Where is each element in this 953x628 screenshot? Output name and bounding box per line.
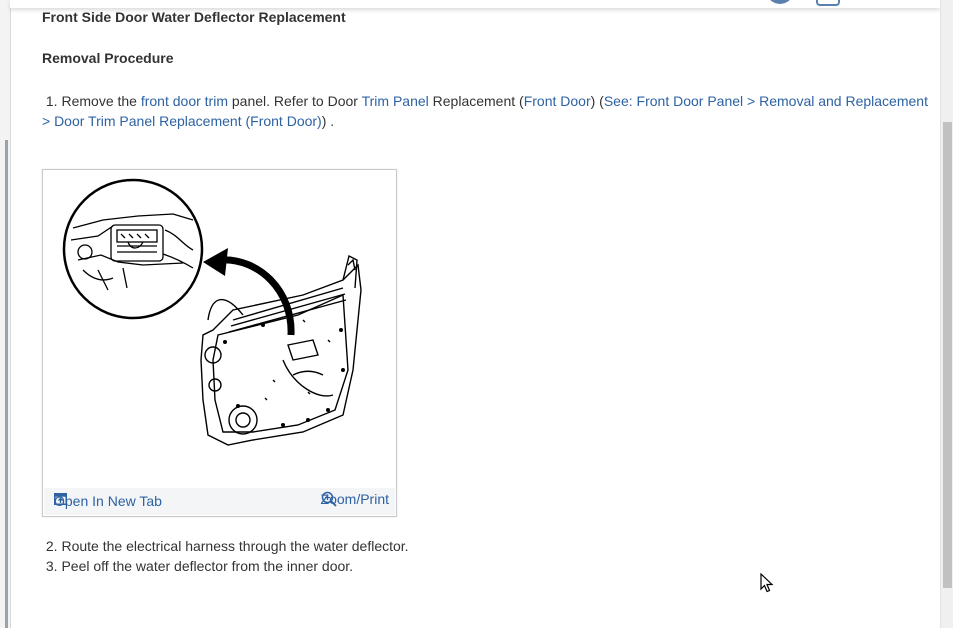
- step-2: 2. Route the electrical harness through …: [42, 536, 409, 556]
- procedure-figure: Open In New Tab Zoom/Print: [42, 169, 397, 517]
- front-door-trim-link[interactable]: front door trim: [141, 93, 228, 109]
- steps-list: 2. Route the electrical harness through …: [42, 536, 409, 576]
- door-diagram-illustration[interactable]: [43, 170, 396, 488]
- step-text: ) (: [590, 93, 604, 109]
- open-in-new-tab-button[interactable]: Open In New Tab: [54, 493, 162, 509]
- left-rail-accent: [5, 140, 8, 628]
- trim-panel-link[interactable]: Trim Panel: [362, 93, 429, 109]
- step-text: panel. Refer to Door: [227, 93, 362, 109]
- step-3: 3. Peel off the water deflector from the…: [42, 556, 409, 576]
- step-text: Route the electrical harness through the…: [61, 538, 409, 554]
- scrollbar-thumb[interactable]: [943, 122, 952, 588]
- chat-icon[interactable]: [816, 0, 840, 6]
- mouse-pointer-icon: [760, 573, 774, 593]
- step-text: Replacement (: [428, 93, 524, 109]
- step-text: Remove the: [61, 93, 141, 109]
- zoom-in-icon: [321, 491, 337, 507]
- figure-footer: Open In New Tab Zoom/Print: [44, 488, 395, 515]
- step-text: ) .: [321, 113, 335, 129]
- top-toolbar: [10, 0, 940, 8]
- left-rail: [0, 0, 11, 628]
- step-number: 1.: [45, 93, 58, 109]
- step-text: Peel off the water deflector from the in…: [61, 558, 354, 574]
- zoom-print-button[interactable]: Zoom/Print: [321, 491, 389, 507]
- vertical-scrollbar[interactable]: [940, 0, 953, 628]
- user-avatar-icon[interactable]: [766, 0, 794, 4]
- front-door-link[interactable]: Front Door: [524, 93, 591, 109]
- open-in-new-tab-icon: [54, 493, 67, 505]
- step-number: 3.: [45, 558, 58, 574]
- section-heading: Removal Procedure: [42, 50, 174, 66]
- step-1: 1. Remove the front door trim panel. Ref…: [42, 91, 932, 131]
- open-in-new-tab-label: Open In New Tab: [54, 493, 162, 509]
- step-number: 2.: [45, 538, 58, 554]
- page-title: Front Side Door Water Deflector Replacem…: [42, 9, 346, 25]
